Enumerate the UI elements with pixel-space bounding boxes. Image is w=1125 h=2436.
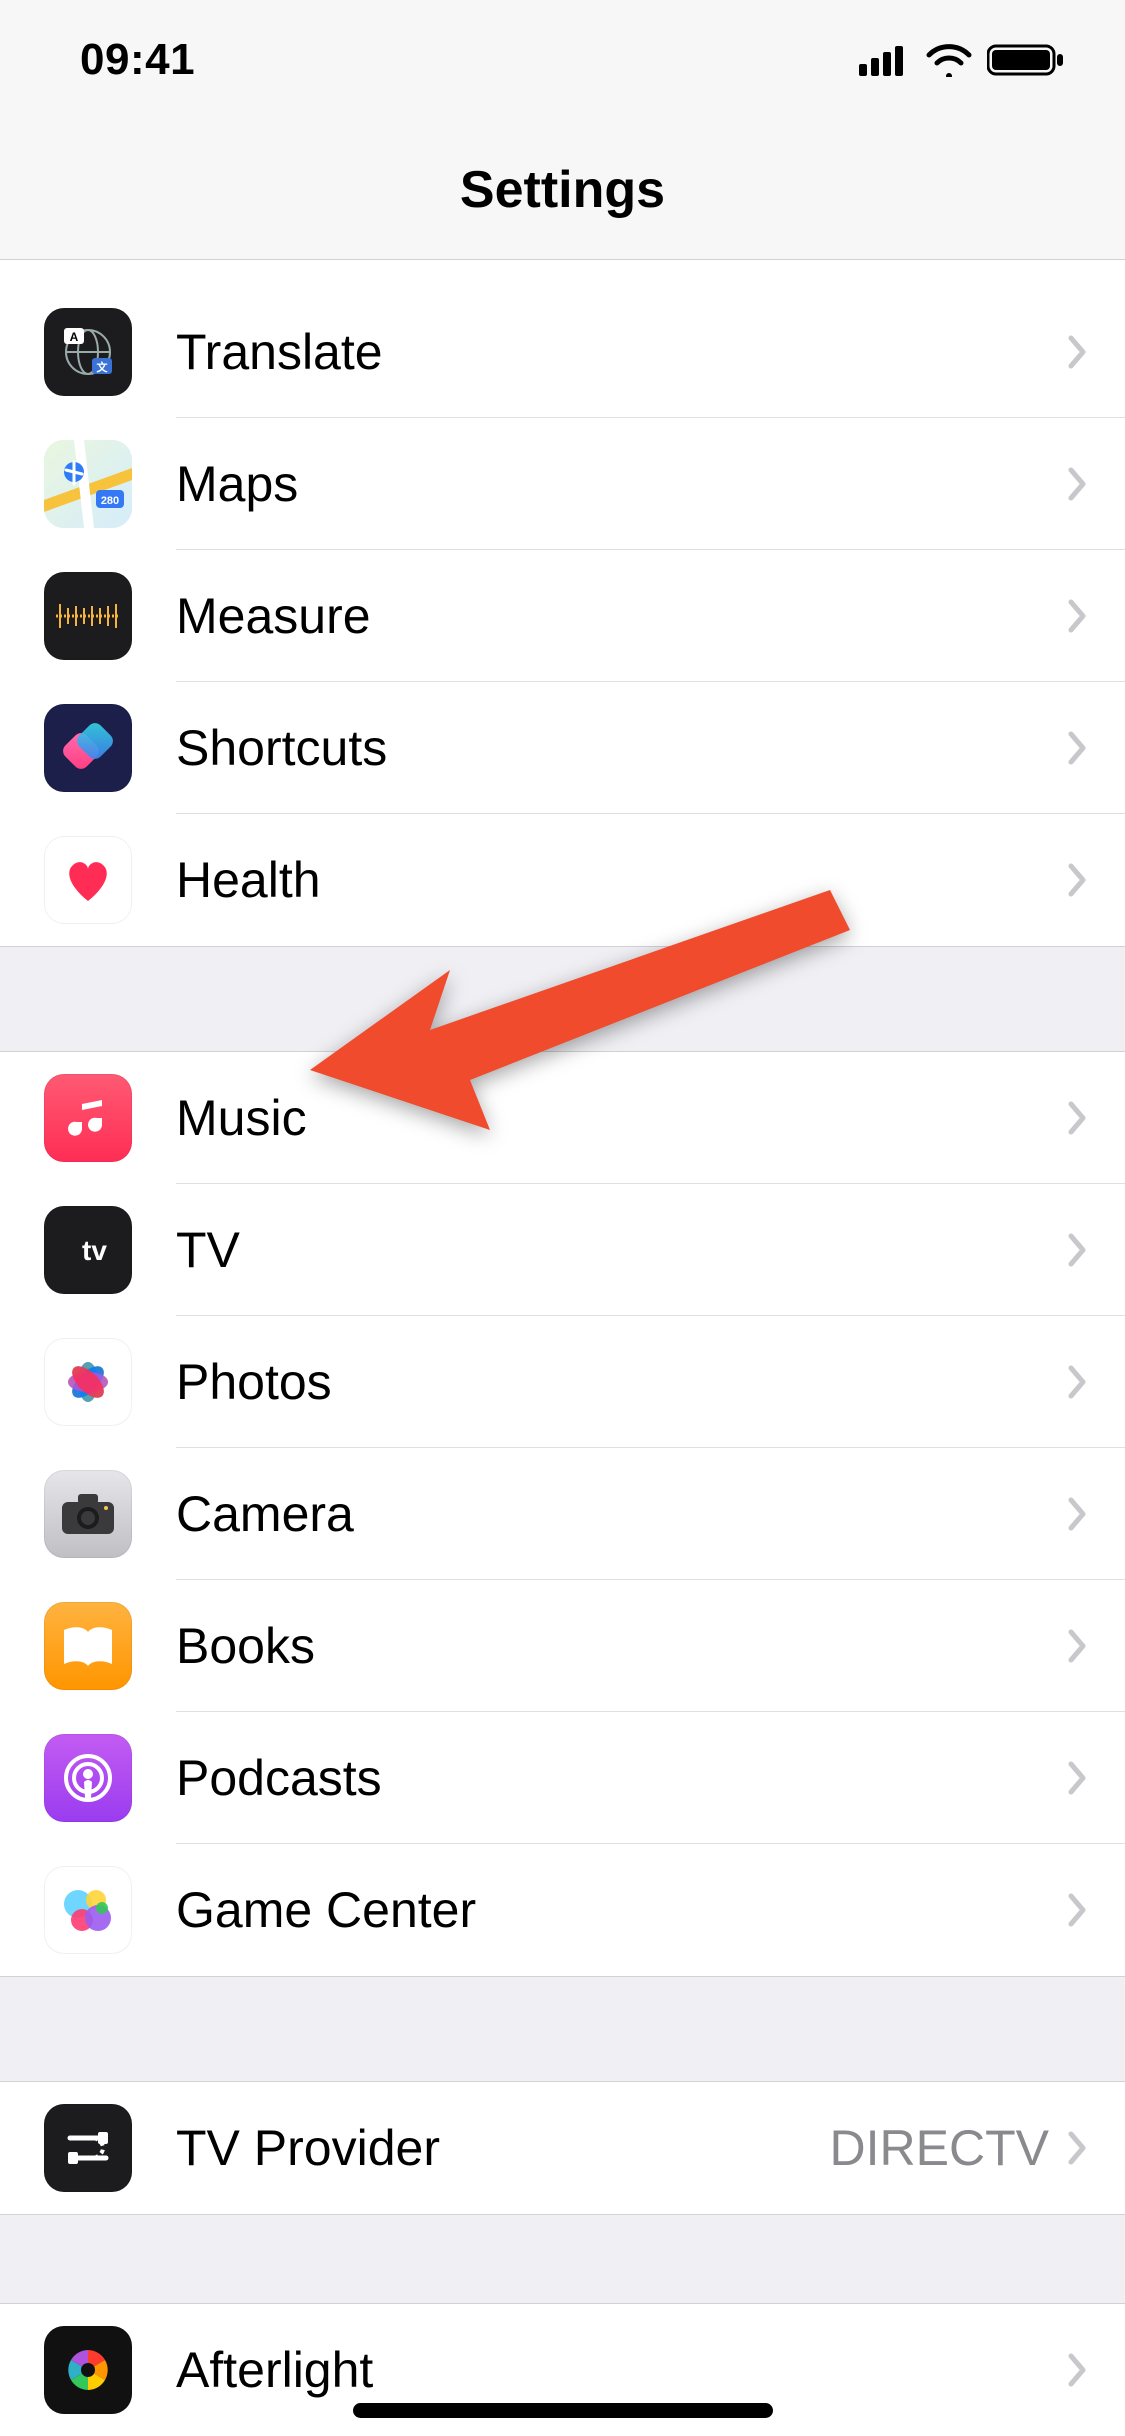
row-label: Game Center (176, 1881, 1067, 1939)
row-label: Translate (176, 323, 1067, 381)
row-label: Photos (176, 1353, 1067, 1411)
status-time: 09:41 (80, 35, 195, 85)
chevron-right-icon (1067, 2130, 1089, 2166)
chevron-right-icon (1067, 1892, 1089, 1928)
settings-group-apple-2: Music tv TV (0, 1051, 1125, 1977)
row-shortcuts[interactable]: Shortcuts (0, 682, 1125, 814)
row-detail: DIRECTV (830, 2119, 1049, 2177)
row-label: Health (176, 851, 1067, 909)
photos-icon (44, 1338, 132, 1426)
row-camera[interactable]: Camera (0, 1448, 1125, 1580)
music-icon (44, 1074, 132, 1162)
svg-text:A: A (70, 330, 79, 344)
chevron-right-icon (1067, 466, 1089, 502)
page-title: Settings (460, 160, 665, 220)
settings-group-apple-1: A 文 Translate 280 Maps (0, 260, 1125, 947)
chevron-right-icon (1067, 334, 1089, 370)
chevron-right-icon (1067, 1100, 1089, 1136)
row-books[interactable]: Books (0, 1580, 1125, 1712)
row-translate[interactable]: A 文 Translate (0, 286, 1125, 418)
chevron-right-icon (1067, 1232, 1089, 1268)
row-label: Measure (176, 587, 1067, 645)
chevron-right-icon (1067, 1496, 1089, 1532)
svg-text:280: 280 (101, 495, 119, 507)
row-gamecenter[interactable]: Game Center (0, 1844, 1125, 1976)
translate-icon: A 文 (44, 308, 132, 396)
svg-text:文: 文 (97, 360, 109, 374)
chevron-right-icon (1067, 730, 1089, 766)
row-label: Music (176, 1089, 1067, 1147)
row-music[interactable]: Music (0, 1052, 1125, 1184)
row-health[interactable]: Health (0, 814, 1125, 946)
row-label: TV (176, 1221, 1067, 1279)
svg-text:tv: tv (82, 1235, 107, 1266)
tvprovider-icon (44, 2104, 132, 2192)
nav-title-bar: Settings (0, 120, 1125, 260)
afterlight-icon (44, 2326, 132, 2414)
row-label: Podcasts (176, 1749, 1067, 1807)
gamecenter-icon (44, 1866, 132, 1954)
chevron-right-icon (1067, 1760, 1089, 1796)
shortcuts-icon (44, 704, 132, 792)
row-label: Maps (176, 455, 1067, 513)
row-tvprovider[interactable]: TV Provider DIRECTV (0, 2082, 1125, 2214)
maps-icon: 280 (44, 440, 132, 528)
row-podcasts[interactable]: Podcasts (0, 1712, 1125, 1844)
cellular-signal-icon (859, 44, 911, 76)
battery-icon (987, 42, 1065, 78)
books-icon (44, 1602, 132, 1690)
chevron-right-icon (1067, 2352, 1089, 2388)
row-label: TV Provider (176, 2119, 830, 2177)
camera-icon (44, 1470, 132, 1558)
row-label: Shortcuts (176, 719, 1067, 777)
settings-group-tvprovider: TV Provider DIRECTV (0, 2081, 1125, 2215)
row-tv[interactable]: tv TV (0, 1184, 1125, 1316)
row-photos[interactable]: Photos (0, 1316, 1125, 1448)
wifi-icon (925, 43, 973, 77)
podcasts-icon (44, 1734, 132, 1822)
tv-icon: tv (44, 1206, 132, 1294)
chevron-right-icon (1067, 1364, 1089, 1400)
chevron-right-icon (1067, 598, 1089, 634)
home-indicator (353, 2403, 773, 2418)
health-icon (44, 836, 132, 924)
row-measure[interactable]: Measure (0, 550, 1125, 682)
row-maps[interactable]: 280 Maps (0, 418, 1125, 550)
row-label: Afterlight (176, 2341, 1067, 2399)
chevron-right-icon (1067, 862, 1089, 898)
status-icons (859, 42, 1065, 78)
status-bar: 09:41 (0, 0, 1125, 120)
row-label: Camera (176, 1485, 1067, 1543)
measure-icon (44, 572, 132, 660)
row-label: Books (176, 1617, 1067, 1675)
chevron-right-icon (1067, 1628, 1089, 1664)
